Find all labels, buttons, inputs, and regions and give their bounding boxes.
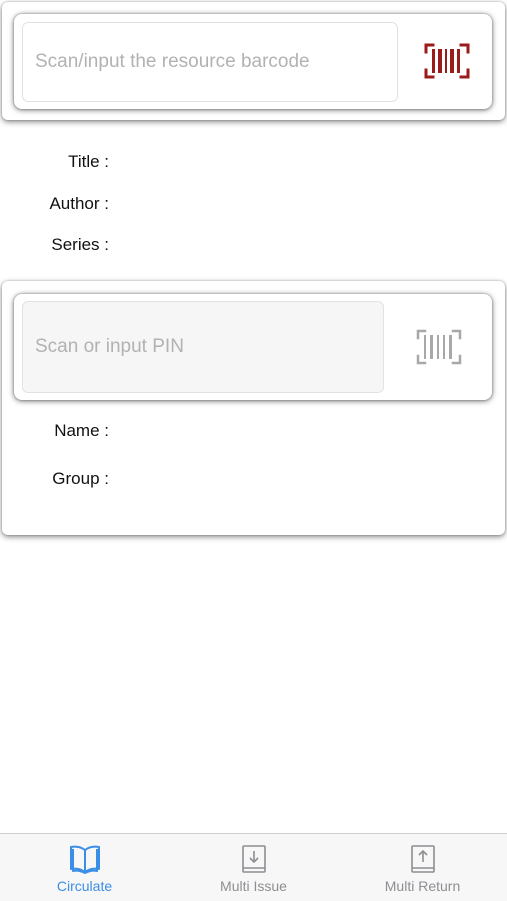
tab-multi-return-label: Multi Return: [384, 878, 461, 894]
patron-pin-field[interactable]: [22, 301, 384, 393]
barcode-icon: [416, 329, 462, 365]
download-icon: [241, 845, 266, 873]
tab-bar: Circulate Multi Issue Multi Return: [0, 833, 507, 901]
tab-multi-return[interactable]: Multi Return: [338, 834, 507, 901]
patron-scan-inner: [14, 294, 492, 400]
book-icon: [69, 845, 100, 874]
barcode-icon: [424, 43, 470, 79]
tab-multi-issue-label: Multi Issue: [220, 878, 287, 894]
resource-scan-inner: [14, 14, 492, 109]
upload-icon: [410, 845, 435, 873]
author-label: Author :: [49, 194, 109, 213]
group-label: Group :: [52, 469, 109, 488]
title-label: Title :: [68, 152, 109, 171]
resource-scan-button[interactable]: [412, 36, 482, 86]
resource-barcode-field[interactable]: [22, 22, 398, 102]
patron-scan-button[interactable]: [406, 322, 472, 372]
series-label: Series :: [51, 235, 109, 254]
tab-circulate[interactable]: Circulate: [0, 834, 169, 901]
patron-pin-input[interactable]: [33, 335, 383, 359]
resource-barcode-input[interactable]: [33, 50, 397, 74]
tab-multi-issue[interactable]: Multi Issue: [169, 834, 338, 901]
tab-circulate-label: Circulate: [56, 878, 113, 894]
name-label: Name :: [54, 421, 109, 440]
